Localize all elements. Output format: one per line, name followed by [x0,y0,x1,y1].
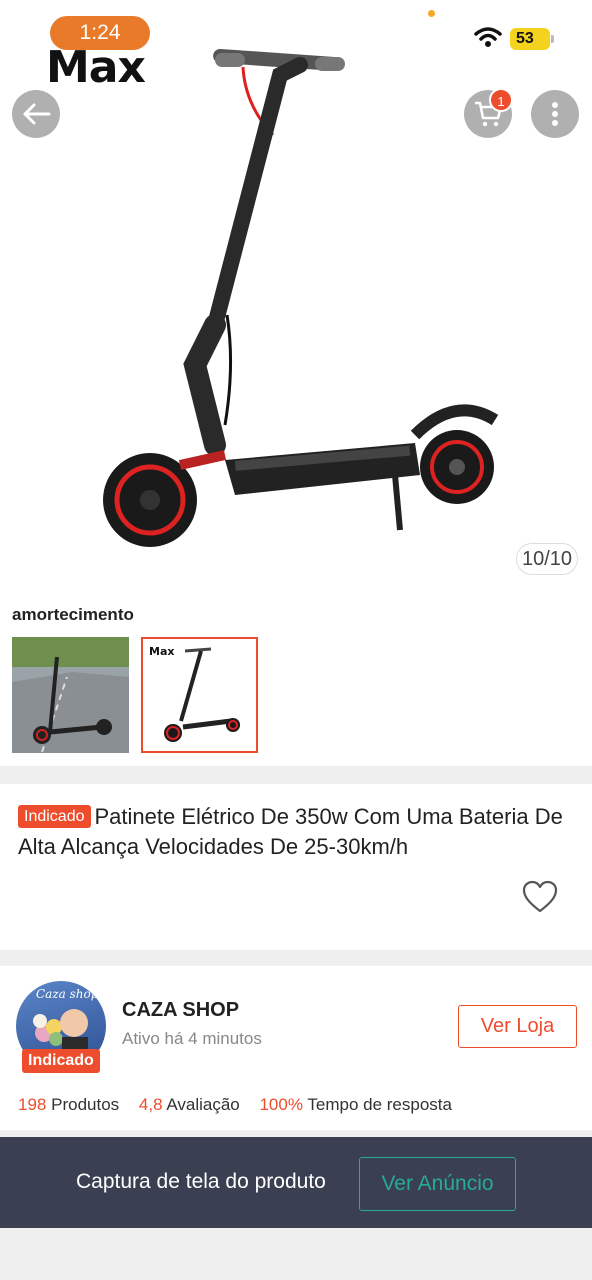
variation-label: amortecimento [12,605,134,624]
view-ad-button[interactable]: Ver Anúncio [359,1157,516,1211]
stat-label: Tempo de resposta [307,1095,452,1114]
back-button[interactable] [12,90,60,138]
bottom-action-bar: Captura de tela do produto Ver Anúncio [0,1137,592,1228]
stat-label: Produtos [51,1095,120,1114]
favorite-heart-icon[interactable] [522,880,558,914]
scooter-thumbnail-image: Max [143,639,256,751]
indicado-tag: Indicado [18,805,91,828]
shop-stats: 198 Produtos 4,8 Avaliação 100% Tempo de… [18,1095,467,1115]
more-options-button[interactable] [531,90,579,138]
wifi-icon [474,27,502,47]
variation-thumbnail-street[interactable] [12,637,129,753]
image-counter: 10/10 [516,543,578,575]
stat-label: Avaliação [166,1095,240,1114]
more-vertical-icon [552,102,558,126]
product-title-text: Patinete Elétrico De 350w Com Uma Bateri… [18,804,563,859]
product-title: Indicado Patinete Elétrico De 350w Com Um… [18,802,573,862]
view-shop-button[interactable]: Ver Loja [458,1005,577,1048]
stat-value: 198 [18,1095,47,1114]
product-image-gallery[interactable]: 1:24 Max 53 1 10/10 [0,0,592,592]
variation-thumbnail-selected[interactable]: Max [141,637,258,753]
watermark-logo: Max [46,42,146,93]
product-title-section: Indicado Patinete Elétrico De 350w Com Um… [0,784,592,950]
stat-value: 100% [259,1095,303,1114]
shop-section: Caza shop Indicado CAZA SHOP Ativo há 4 … [0,966,592,1130]
stat-value: 4,8 [138,1095,163,1114]
svg-text:Max: Max [149,645,174,658]
scooter-product-image [103,48,499,547]
privacy-indicator-dot [428,10,435,17]
shop-stat-rating: 4,8 Avaliação [139,1095,240,1114]
street-scooter-image [12,637,129,753]
capture-label: Captura de tela do produto [76,1170,326,1193]
cart-count-badge: 1 [489,88,513,112]
arrow-left-icon [23,103,51,125]
shop-indicado-tag: Indicado [22,1049,100,1073]
shop-stat-products: 198 Produtos [18,1095,119,1114]
shop-name[interactable]: CAZA SHOP [122,999,239,1022]
variation-section: amortecimento Max [0,592,592,766]
shop-status: Ativo há 4 minutos [122,1029,262,1048]
shop-stat-response: 100% Tempo de resposta [259,1095,452,1114]
battery-indicator: 53 [510,28,554,50]
